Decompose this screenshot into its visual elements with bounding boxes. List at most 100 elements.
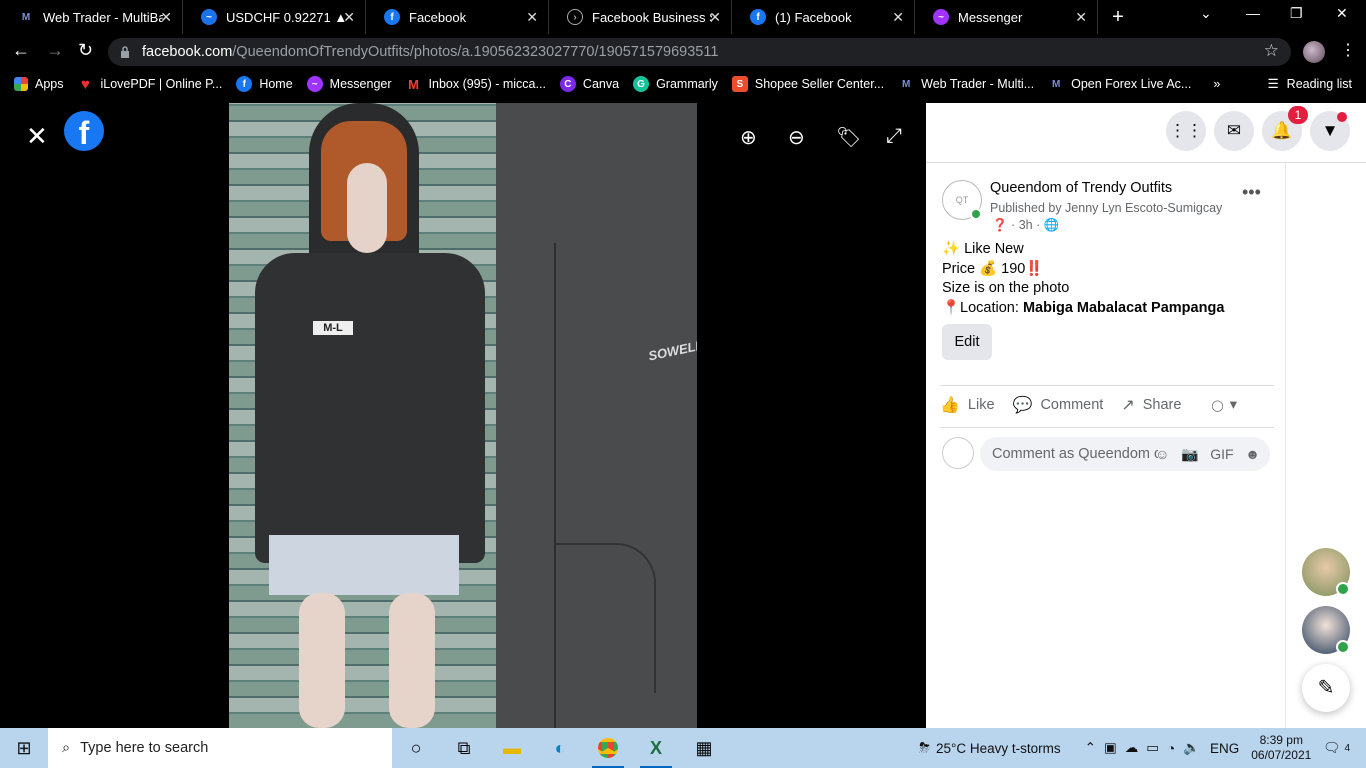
contact-avatar[interactable] <box>1302 606 1350 654</box>
apps-grid-icon <box>14 77 28 91</box>
back-icon[interactable]: ← <box>12 40 30 61</box>
search-icon: ⌕ <box>62 740 71 756</box>
bookmark-web-trader[interactable]: M Web Trader - Multi... <box>898 76 1034 92</box>
bookmark-label: Canva <box>582 77 620 91</box>
new-tab-button[interactable]: + <box>1098 6 1138 29</box>
restore-icon[interactable]: ❐ <box>1290 5 1303 22</box>
close-icon[interactable]: ✕ <box>526 9 538 26</box>
close-icon[interactable]: ✕ <box>160 9 172 26</box>
minimize-icon[interactable]: — <box>1246 5 1260 21</box>
onedrive-icon[interactable]: ☁ <box>1125 740 1139 756</box>
clock-time: 8:39 pm <box>1259 733 1303 747</box>
like-button[interactable]: 👍 Like <box>940 395 995 415</box>
zoom-in-icon[interactable]: ⊕ <box>740 125 757 150</box>
tab-messenger[interactable]: ~ Messenger ✕ <box>915 0 1098 34</box>
bookmark-grammarly[interactable]: G Grammarly <box>633 76 718 92</box>
comment-input[interactable]: Comment as Queendom of Trendy Outfits ☺ … <box>980 437 1270 471</box>
notification-center-icon[interactable]: 🗨 <box>1323 740 1340 756</box>
share-label: Share <box>1142 397 1182 413</box>
bookmark-forex[interactable]: M Open Forex Live Ac... <box>1048 76 1191 92</box>
tab-title: (1) Facebook <box>775 9 852 25</box>
volume-icon[interactable]: 🔈 <box>1183 740 1200 756</box>
bookmark-gmail[interactable]: M Inbox (995) - micca... <box>406 76 546 92</box>
bookmark-messenger[interactable]: ~ Messenger <box>306 76 392 92</box>
windows-start-icon[interactable]: ⊞ <box>0 738 48 759</box>
published-by[interactable]: Published by Jenny Lyn Escoto-Sumigcay <box>990 201 1222 215</box>
fullscreen-icon[interactable]: ⤢ <box>886 125 902 148</box>
close-icon[interactable]: ✕ <box>1075 9 1087 26</box>
battery-icon[interactable]: ▭ <box>1146 740 1159 756</box>
tab-facebook-active[interactable]: f (1) Facebook ✕ <box>732 0 915 34</box>
browser-menu-icon[interactable]: ⋮ <box>1340 40 1356 60</box>
tab-strip: M Web Trader - MultiBank ✕ ~ USDCHF 0.92… <box>0 0 1366 34</box>
location-value: Mabiga Mabalacat Pampanga <box>1022 299 1225 316</box>
post-timestamp[interactable]: 3h <box>1019 218 1033 232</box>
messenger-icon[interactable]: ✉ <box>1214 111 1254 151</box>
reading-list-button[interactable]: ☰ Reading list <box>1267 76 1352 92</box>
close-icon[interactable]: ✕ <box>709 9 721 26</box>
bookmark-label: Inbox (995) - micca... <box>428 77 546 91</box>
bookmark-shopee[interactable]: S Shopee Seller Center... <box>731 76 885 92</box>
show-hidden-icons-icon[interactable]: ⌃ <box>1085 740 1096 756</box>
file-explorer-icon[interactable]: ▬ <box>488 728 536 768</box>
bookmark-ilovepdf[interactable]: ♥ iLovePDF | Online P... <box>78 76 222 93</box>
post-actions: 👍 Like 💬 Comment ↗ Share ◯ ▾ <box>940 390 1274 420</box>
help-icon[interactable]: ❓ <box>992 218 1008 232</box>
bookmark-canva[interactable]: C Canva <box>559 76 620 92</box>
excel-icon[interactable]: X <box>632 728 680 768</box>
cortana-icon[interactable]: ○ <box>392 728 440 768</box>
post-as-selector[interactable]: ◯ ▾ <box>1211 397 1237 413</box>
browser-toolbar: ← → ↻ facebook.com/QueendomOfTrendyOutfi… <box>0 34 1366 70</box>
more-bookmarks-icon[interactable]: » <box>1213 77 1220 91</box>
bookmark-home[interactable]: f Home <box>236 76 293 92</box>
tab-facebook[interactable]: f Facebook ✕ <box>366 0 549 34</box>
url-path: /QueendomOfTrendyOutfits/photos/a.190562… <box>232 44 719 60</box>
tab-usdchf[interactable]: ~ USDCHF 0.92271 ▲ +0. ✕ <box>183 0 366 34</box>
zoom-out-icon[interactable]: ⊖ <box>788 125 805 150</box>
comment-button[interactable]: 💬 Comment <box>1013 395 1104 415</box>
device-icon[interactable]: ▣ <box>1104 740 1117 756</box>
tab-search-icon[interactable]: ⌄ <box>1200 5 1212 22</box>
page-name-link[interactable]: Queendom of Trendy Outfits <box>990 180 1172 196</box>
more-options-icon[interactable]: ••• <box>1242 182 1261 203</box>
contacts-divider <box>1285 163 1286 728</box>
emoji-icon[interactable]: ☺ <box>1155 446 1169 462</box>
address-bar[interactable]: facebook.com/QueendomOfTrendyOutfits/pho… <box>108 38 1291 66</box>
close-icon[interactable]: ✕ <box>892 9 904 26</box>
forward-icon[interactable]: → <box>46 40 64 61</box>
chrome-icon[interactable] <box>584 728 632 768</box>
network-icon[interactable]: ◔ <box>1167 741 1175 756</box>
task-view-icon[interactable]: ⧉ <box>440 728 488 768</box>
gif-icon[interactable]: GIF <box>1210 446 1233 462</box>
compose-icon: ✎ <box>1317 677 1335 699</box>
bookmark-star-icon[interactable]: ☆ <box>1264 41 1279 61</box>
weather-text[interactable]: 25°C Heavy t-storms <box>936 741 1061 756</box>
taskbar-search[interactable]: ⌕ Type here to search <box>48 728 392 768</box>
edge-icon[interactable]: ◐ <box>536 728 584 768</box>
bookmark-label: Shopee Seller Center... <box>754 77 885 91</box>
close-icon[interactable]: ✕ <box>343 9 355 26</box>
sticker-icon[interactable]: ☻ <box>1245 446 1260 462</box>
contact-avatar[interactable] <box>1302 548 1350 596</box>
post-photo[interactable]: M-L SOWELL <box>229 103 697 728</box>
window-close-icon[interactable]: ✕ <box>1336 5 1348 22</box>
facebook-icon: f <box>236 76 253 92</box>
brand-logo: SOWELL <box>647 337 697 364</box>
clock[interactable]: 8:39 pm 06/07/2021 <box>1251 733 1311 763</box>
bookmark-label: Open Forex Live Ac... <box>1071 77 1192 91</box>
tag-icon[interactable]: 🏷 <box>836 125 861 150</box>
tab-web-trader[interactable]: M Web Trader - MultiBank ✕ <box>0 0 183 34</box>
close-icon[interactable]: ✕ <box>26 121 48 152</box>
new-message-button[interactable]: ✎ <box>1302 664 1350 712</box>
bookmark-apps[interactable]: Apps <box>14 77 64 91</box>
edit-button[interactable]: Edit <box>942 324 992 360</box>
reload-icon[interactable]: ↻ <box>78 40 93 61</box>
share-button[interactable]: ↗ Share <box>1121 395 1181 415</box>
calculator-icon[interactable]: ▦ <box>680 728 728 768</box>
language-indicator[interactable]: ENG <box>1210 741 1239 756</box>
profile-avatar[interactable] <box>1303 41 1325 63</box>
facebook-logo[interactable]: f <box>64 111 104 151</box>
tab-facebook-business[interactable]: › Facebook Business Support ✕ <box>549 0 732 34</box>
camera-icon[interactable]: 📷 <box>1181 446 1198 462</box>
menu-grid-icon[interactable]: ⋮⋮ <box>1166 111 1206 151</box>
